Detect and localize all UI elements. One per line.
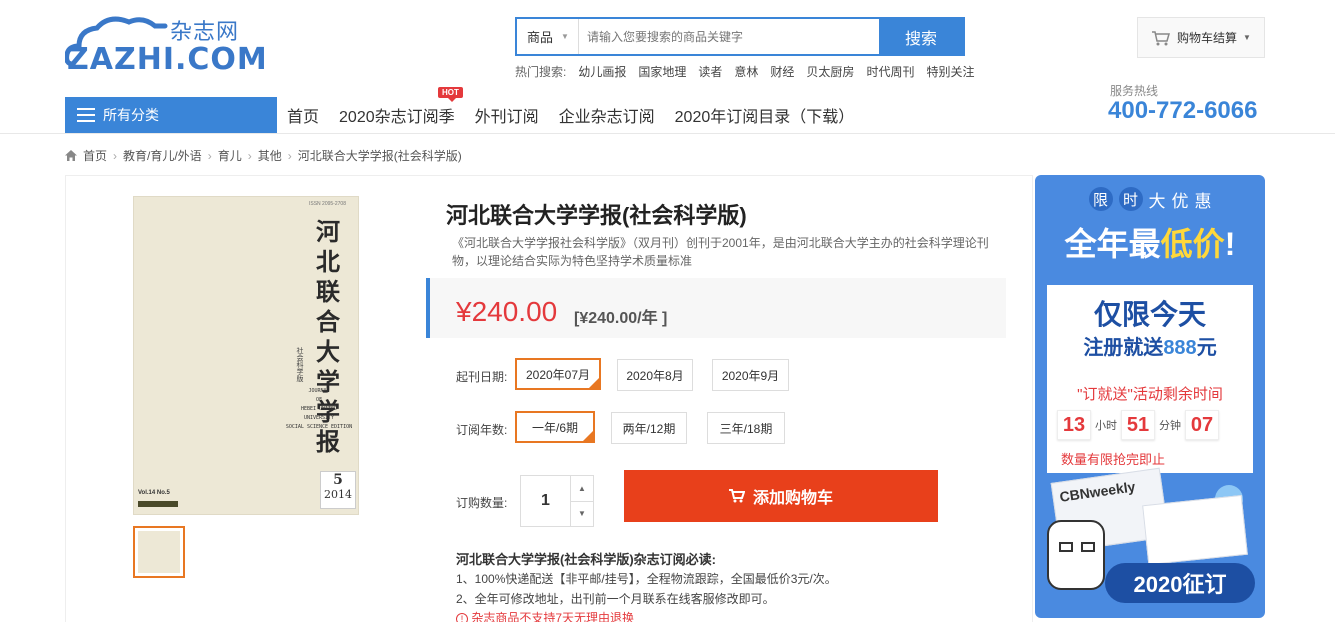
add-to-cart-button[interactable]: 添加购物车 [624, 470, 938, 522]
main-nav: 首页 2020杂志订阅季 外刊订阅 企业杂志订阅 2020年订阅目录（下载） [287, 97, 874, 133]
hot-search-term[interactable]: 时代周刊 [866, 63, 914, 80]
breadcrumb-item[interactable]: 其他 [258, 147, 282, 164]
years-label: 订阅年数: [456, 423, 508, 437]
site-logo[interactable]: 杂志网 ZAZHI.COM [65, 12, 267, 77]
all-categories-button[interactable]: 所有分类 [65, 97, 277, 133]
product-description: 《河北联合大学学报社会科学版》（双月刊）创刊于2001年，是由河北联合大学主办的… [452, 236, 989, 268]
rule-shipping: 1、100%快递配送【非平邮/挂号】，全程物流跟踪，全国最低价3元/次。 [456, 572, 837, 586]
chevron-down-icon: ▼ [1243, 33, 1251, 42]
promo-register: 注册就送888元 [1083, 337, 1217, 359]
hot-search-label: 热门搜索: [515, 65, 567, 79]
cart-icon [728, 489, 745, 503]
promo-activity: "订就送"活动剩余时间 [1077, 386, 1223, 403]
search-input[interactable] [579, 19, 879, 54]
hot-search-term[interactable]: 贝太厨房 [806, 63, 854, 80]
year-option-3[interactable]: 三年/18期 [707, 412, 785, 444]
search-category-label: 商品 [527, 30, 554, 45]
cover-barcode [138, 501, 178, 507]
countdown-seconds: 07 [1185, 410, 1219, 440]
product-title: 河北联合大学学报(社会科学版) [446, 203, 747, 228]
promo-today: 仅限今天 [1093, 299, 1206, 330]
chevron-down-icon: ▼ [561, 32, 569, 41]
rule-address: 2、全年可修改地址，出刊前一个月联系在线客服修改即可。 [456, 592, 775, 606]
must-read-title: 河北联合大学学报(社会科学版)杂志订阅必读: [456, 552, 716, 567]
chevron-right-icon: › [207, 148, 212, 163]
hot-badge: HOT [438, 87, 463, 102]
countdown: 13 小时 51 分钟 07 [1057, 410, 1219, 440]
nav-enterprise-magazines[interactable]: 企业杂志订阅 [559, 103, 655, 127]
search-bar: 商品 ▼ 搜索 [515, 17, 965, 56]
breadcrumb-item[interactable]: 育儿 [218, 147, 242, 164]
year-option-1[interactable]: 一年/6期 [515, 411, 595, 443]
cart-button[interactable]: 购物车结算 ▼ [1137, 17, 1265, 58]
cover-subtitle: 社会科学版 [296, 347, 303, 382]
hotline-phone: 400-772-6066 [1108, 97, 1258, 124]
hot-search-term[interactable]: 读者 [698, 63, 722, 80]
cover-english-title: JOURNAL OF HEBEI UNITED UNIVERSITY SOCIA… [285, 388, 353, 430]
hot-search-term[interactable]: 财经 [770, 63, 794, 80]
quantity-stepper: 1 ▲ ▼ [520, 475, 594, 527]
start-option-september[interactable]: 2020年9月 [712, 359, 789, 391]
breadcrumb-current: 河北联合大学学报(社会科学版) [297, 149, 462, 163]
logo-english: ZAZHI.COM [67, 42, 268, 77]
hot-search-term[interactable]: 特别关注 [926, 63, 974, 80]
start-option-july[interactable]: 2020年07月 [515, 358, 601, 390]
breadcrumb-home[interactable]: 首页 [83, 147, 107, 164]
home-icon [65, 150, 77, 161]
promo-card: 仅限今天 注册就送888元 "订就送"活动剩余时间 13 小时 51 分钟 07… [1047, 285, 1253, 473]
nav-foreign-magazines[interactable]: 外刊订阅 [475, 103, 539, 127]
cover-issue-number: 5 [333, 472, 343, 488]
chevron-right-icon: › [287, 148, 292, 163]
magazine-cover-image[interactable]: ISSN 2095-2708 河北联合大学学报 社会科学版 JOURNAL OF… [133, 196, 359, 515]
nav-subscription-season[interactable]: 2020杂志订阅季 [339, 103, 455, 127]
search-button[interactable]: 搜索 [879, 19, 963, 54]
chevron-right-icon: › [113, 148, 118, 163]
cover-thumbnail[interactable] [133, 526, 185, 578]
promo-magazine-2 [1142, 494, 1248, 566]
hot-search-term[interactable]: 国家地理 [638, 63, 686, 80]
cover-volume: Vol.14 No.5 [138, 490, 170, 496]
promo-order-button[interactable]: 2020征订 [1105, 563, 1255, 603]
nav-catalog-download[interactable]: 2020年订阅目录（下载） [675, 103, 855, 127]
breadcrumb-item[interactable]: 教育/育儿/外语 [123, 147, 202, 164]
start-option-august[interactable]: 2020年8月 [617, 359, 693, 391]
mascot-icon [1047, 520, 1105, 590]
menu-icon [77, 108, 95, 122]
hot-search-term[interactable]: 意林 [734, 63, 758, 80]
cart-icon [1152, 30, 1171, 45]
add-to-cart-label: 添加购物车 [752, 490, 833, 507]
decrement-arrow-icon[interactable]: ▼ [571, 502, 593, 527]
countdown-minutes: 51 [1121, 410, 1155, 440]
quantity-label: 订购数量: [456, 496, 508, 510]
hot-searches: 热门搜索: 幼儿画报 国家地理 读者 意林 财经 贝太厨房 时代周刊 特别关注 [515, 63, 974, 80]
countdown-hours: 13 [1057, 410, 1091, 440]
cover-year: 2014 [324, 488, 352, 501]
search-category-select[interactable]: 商品 ▼ [517, 19, 579, 54]
nav-divider [0, 133, 1335, 134]
cart-label: 购物车结算 [1177, 31, 1238, 45]
no-return-warning: ! 杂志商品不支持7天无理由退换 [456, 609, 634, 622]
year-option-2[interactable]: 两年/12期 [611, 412, 687, 444]
hot-search-term[interactable]: 幼儿画报 [578, 63, 626, 80]
increment-arrow-icon[interactable]: ▲ [571, 476, 593, 502]
breadcrumb: 首页 › 教育/育儿/外语 › 育儿 › 其他 › 河北联合大学学报(社会科学版… [65, 147, 462, 164]
quantity-value[interactable]: 1 [521, 476, 571, 526]
cover-issn: ISSN 2095-2708 [309, 201, 346, 207]
promo-limited-time: 限 时 大 优 惠 [1035, 187, 1265, 212]
all-categories-label: 所有分类 [103, 107, 159, 123]
cover-issue-box: 5 2014 [320, 471, 356, 509]
no-return-text: 杂志商品不支持7天无理由退换 [471, 611, 635, 622]
nav-home[interactable]: 首页 [287, 103, 319, 127]
price-per-year: [¥240.00/年 ] [574, 310, 668, 327]
promo-banner[interactable]: 限 时 大 优 惠 全年最低价! 仅限今天 注册就送888元 "订就送"活动剩余… [1035, 175, 1265, 618]
promo-headline: 全年最低价! [1064, 226, 1236, 262]
product-price: ¥240.00 [456, 296, 558, 327]
promo-limited-stock: 数量有限抢完即止 [1061, 452, 1166, 467]
warning-icon: ! [456, 613, 468, 622]
start-date-label: 起刊日期: [456, 370, 508, 384]
chevron-right-icon: › [247, 148, 252, 163]
